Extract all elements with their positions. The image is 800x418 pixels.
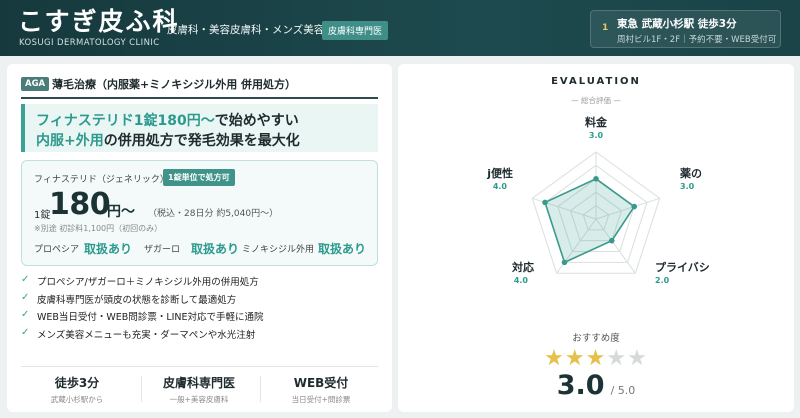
score-value: 3.0 <box>556 370 605 401</box>
radar-point <box>542 199 548 206</box>
headline-combo: 内服+外用 <box>36 133 104 149</box>
availability-name-minoxidil: ミノキシジル外用 <box>242 245 315 255</box>
radar-axis-label: 料金 <box>585 115 608 129</box>
specialist-badge: 皮膚科専門医 <box>322 21 389 40</box>
list-item: ✓ メンズ美容メニューも充実・ダーマペンや水光注射 <box>21 327 378 345</box>
star-empty-icon: ★ <box>627 346 648 371</box>
drug-name: フィナステリド（ジェネリック） <box>34 175 169 185</box>
score-max: / 5.0 <box>610 384 636 397</box>
check-icon: ✓ <box>21 326 30 338</box>
price-prefix: 1錠 <box>34 210 51 221</box>
stat-specialist: 皮膚科専門医 一般+美容皮膚科 <box>143 374 255 405</box>
stat-sub: 武蔵小杉駅から <box>50 395 104 404</box>
star-empty-icon: ★ <box>606 346 628 371</box>
list-item: ✓ プロペシア/ザガーロ＋ミノキシジル外用の併用処方 <box>21 274 378 292</box>
headline-box: フィナステリド1錠180円〜で始めやすい 内服+外用の併用処方で発毛効果を最大化 <box>21 104 378 152</box>
stat-sub: 一般+美容皮膚科 <box>169 395 229 404</box>
clinic-logo[interactable]: こすぎ皮ふ科 <box>18 8 180 36</box>
radar-value-label: 4.0 <box>493 182 508 191</box>
stat-separator <box>260 376 261 402</box>
availability-name-propecia: プロペシア <box>34 245 80 255</box>
headline-line-2: 内服+外用の併用処方で発毛効果を最大化 <box>36 130 300 150</box>
headline-rest-2: の併用処方で発毛効果を最大化 <box>103 133 300 149</box>
price-tax: （税込・28日分 約5,040円〜） <box>148 209 279 219</box>
stat-web: WEB受付 当日受付+問診票 <box>265 374 377 405</box>
list-item: ✓ WEB当日受付・WEB問診票・LINE対応で手軽に通院 <box>21 309 378 327</box>
treatment-card: AGA 薄毛治療（内服薬+ミノキシジル外用 併用処方） フィナステリド1錠180… <box>7 64 392 412</box>
price-box: フィナステリド（ジェネリック） 1錠単位で処方可 1錠 180 円〜 （税込・2… <box>21 160 378 266</box>
radar-axis-label: プライバシ <box>655 260 710 274</box>
access-info[interactable]: 1 東急 武蔵小杉駅 徒歩3分 周村ビル1F・2F｜予約不要・WEB受付可 <box>590 10 781 48</box>
stat-main: 皮膚科専門医 <box>162 376 235 390</box>
headline-price: 1錠180円〜 <box>133 113 215 129</box>
radar-chart: 料金 3.0 薬の 3.0 プライバシ 2.0 対応 4.0 j便性 4.0 <box>486 115 710 285</box>
feature-text: メンズ美容メニューも充実・ダーマペンや水光注射 <box>37 329 256 341</box>
radar-point <box>561 259 568 266</box>
headline-drug: フィナステリド <box>36 113 134 129</box>
train-icon: 1 <box>602 23 609 33</box>
evaluation-card: EVALUATION — 総合評価 — 料金 3.0 薬の 3.0 プライバシ 2.0 対応… <box>398 64 794 412</box>
availability-value-zagallo: 取扱あり <box>191 242 240 256</box>
radar-value-label: 3.0 <box>680 182 695 191</box>
radar-point <box>593 176 599 182</box>
radar-axis-label: j便性 <box>486 166 513 180</box>
price-note: ※別途 初診料1,100円（初回のみ） <box>34 224 163 233</box>
availability-value-minoxidil: 取扱あり <box>318 242 367 256</box>
feature-text: WEB当日受付・WEB問診票・LINE対応で手軽に通院 <box>37 312 264 323</box>
availability-value-propecia: 取扱あり <box>84 242 133 256</box>
feature-list: ✓ プロペシア/ザガーロ＋ミノキシジル外用の併用処方 ✓ 皮膚科専門医が頭皮の状… <box>21 274 378 344</box>
availability-name-zagallo: ザガーロ <box>144 245 181 255</box>
stat-main: 徒歩3分 <box>54 376 100 390</box>
site-header: こすぎ皮ふ科 KOSUGI DERMATOLOGY CLINIC 皮膚科・美容皮… <box>0 0 800 56</box>
check-icon: ✓ <box>21 309 30 320</box>
radar-point <box>608 237 615 244</box>
stat-walk: 徒歩3分 武蔵小杉駅から <box>21 374 133 405</box>
radar-axis-label: 薬の <box>680 166 702 180</box>
radar-series-area <box>544 177 636 264</box>
title-divider <box>21 97 378 99</box>
access-main: 東急 武蔵小杉駅 徒歩3分 <box>617 18 737 30</box>
stat-separator <box>141 376 142 402</box>
radar-axis-label: 対応 <box>511 260 534 274</box>
clinic-logo-sub: KOSUGI DERMATOLOGY CLINIC <box>19 38 160 48</box>
unit-badge: 1錠単位で処方可 <box>163 169 235 186</box>
treatment-title: 薄毛治療（内服薬+ミノキシジル外用 併用処方） <box>52 78 297 91</box>
header-departments: 皮膚科・美容皮膚科・メンズ美容 <box>167 24 325 36</box>
radar-point <box>631 203 638 210</box>
star-filled-icon: ★ <box>544 346 565 371</box>
headline-rest-1: で始めやすい <box>214 113 299 129</box>
stats-divider <box>21 366 378 367</box>
recommend-label: おすすめ度 <box>572 333 620 344</box>
radar-value-label: 2.0 <box>655 276 670 285</box>
star-filled-icon: ★ <box>564 346 586 371</box>
stat-sub: 当日受付+問診票 <box>291 395 351 404</box>
radar-value-label: 3.0 <box>589 131 604 140</box>
check-icon: ✓ <box>21 291 30 303</box>
aga-badge: AGA <box>21 77 50 91</box>
feature-text: プロペシア/ザガーロ＋ミノキシジル外用の併用処方 <box>37 277 259 288</box>
headline-line-1: フィナステリド1錠180円〜で始めやすい <box>36 110 299 130</box>
list-item: ✓ 皮膚科専門医が頭皮の状態を診断して最適処方 <box>21 292 378 310</box>
feature-text: 皮膚科専門医が頭皮の状態を診断して最適処方 <box>37 294 237 306</box>
check-icon: ✓ <box>21 274 30 285</box>
rating-stars: ★★★★★ <box>398 346 794 371</box>
price-yen: 円〜 <box>107 204 135 220</box>
stat-main: WEB受付 <box>293 376 349 390</box>
radar-value-label: 4.0 <box>514 276 529 285</box>
score-row: 3.0 / 5.0 <box>398 370 794 401</box>
star-filled-icon: ★ <box>585 346 607 371</box>
price-amount: 180 <box>49 187 111 222</box>
access-sub: 周村ビル1F・2F｜予約不要・WEB受付可 <box>617 35 777 45</box>
